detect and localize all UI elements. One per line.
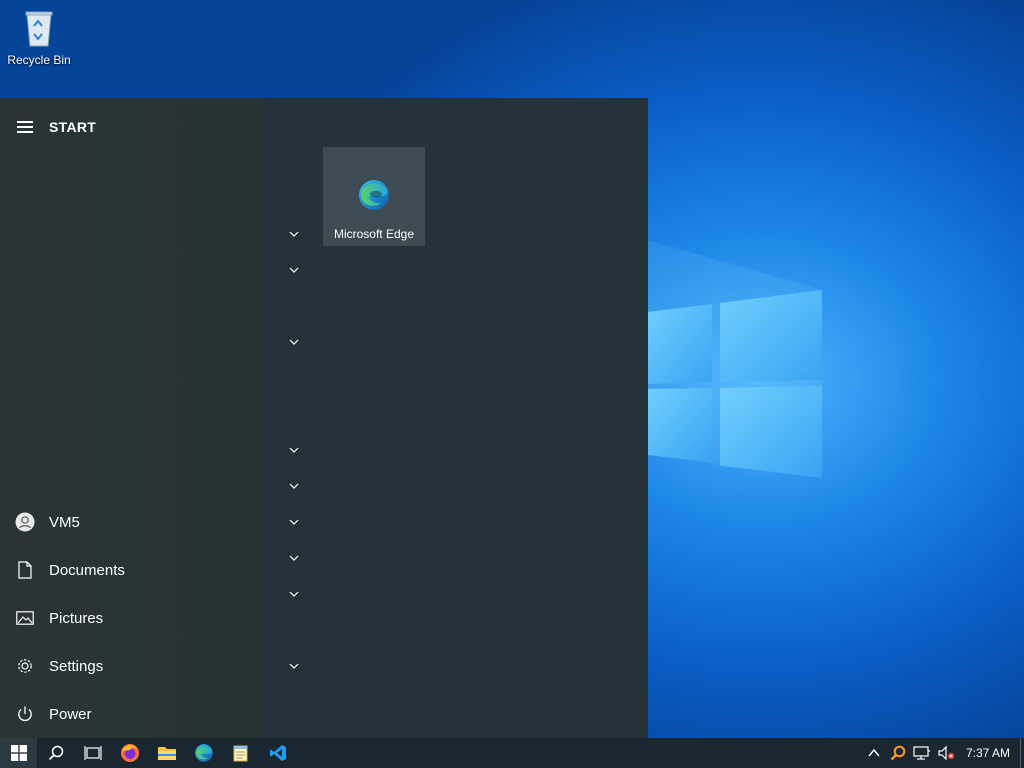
hamburger-menu-icon[interactable]: [17, 121, 33, 133]
taskbar-firefox[interactable]: [111, 738, 148, 768]
recycle-bin-label: Recycle Bin: [7, 53, 71, 67]
task-view-icon: [83, 746, 102, 760]
show-desktop-button[interactable]: [1020, 738, 1024, 768]
file-explorer-icon: [157, 747, 176, 760]
document-icon: [15, 560, 35, 580]
start-menu: START VM5 Documents Pictures Settings Po…: [0, 98, 648, 738]
firefox-icon: [120, 744, 139, 762]
search-tool-icon[interactable]: [886, 738, 910, 768]
chevron-down-icon[interactable]: [286, 334, 302, 350]
start-header: START: [0, 112, 262, 142]
chevron-down-icon[interactable]: [286, 514, 302, 530]
sidebar-item-label: Power: [49, 705, 92, 723]
start-menu-sidebar: START VM5 Documents Pictures Settings Po…: [0, 98, 262, 738]
vscode-icon: [269, 745, 286, 761]
taskbar: 7:37 AM: [0, 738, 1024, 768]
clock[interactable]: 7:37 AM: [966, 746, 1010, 760]
chevron-down-icon[interactable]: [286, 586, 302, 602]
desktop-icon-recycle-bin[interactable]: Recycle Bin: [4, 6, 74, 67]
volume-muted-icon[interactable]: [934, 738, 958, 768]
sidebar-item-documents[interactable]: Documents: [0, 550, 262, 590]
task-view-button[interactable]: [74, 738, 111, 768]
chevron-down-icon[interactable]: [286, 658, 302, 674]
sidebar-item-label: VM5: [49, 513, 80, 531]
sidebar-item-label: Settings: [49, 657, 104, 675]
system-tray: 7:37 AM: [862, 738, 1024, 768]
edge-icon: [194, 744, 213, 762]
sidebar-item-power[interactable]: Power: [0, 694, 262, 734]
sidebar-item-user[interactable]: VM5: [0, 502, 262, 542]
taskbar-search-button[interactable]: [37, 738, 74, 768]
chevron-down-icon[interactable]: [286, 550, 302, 566]
chevron-down-icon[interactable]: [286, 478, 302, 494]
windows-start-icon: [10, 745, 27, 761]
recycle-bin-icon: [25, 11, 53, 47]
windows-start-button[interactable]: [0, 738, 37, 768]
user-avatar-icon: [15, 512, 35, 532]
taskbar-notepad[interactable]: [222, 738, 259, 768]
sidebar-item-settings[interactable]: Settings: [0, 646, 262, 686]
pictures-icon: [15, 608, 35, 628]
taskbar-vscode[interactable]: [259, 738, 296, 768]
tile-label: Microsoft Edge: [333, 227, 415, 241]
start-title: START: [49, 119, 97, 135]
chevron-down-icon[interactable]: [286, 442, 302, 458]
chevron-down-icon[interactable]: [286, 226, 302, 242]
power-icon: [15, 704, 35, 724]
sidebar-item-label: Pictures: [49, 609, 104, 627]
taskbar-file-explorer[interactable]: [148, 738, 185, 768]
edge-icon: [359, 180, 389, 210]
taskbar-edge[interactable]: [185, 738, 222, 768]
sidebar-item-pictures[interactable]: Pictures: [0, 598, 262, 638]
search-icon: [48, 745, 63, 761]
notepad-icon: [233, 745, 247, 762]
sidebar-item-label: Documents: [49, 561, 125, 579]
gear-icon: [15, 656, 35, 676]
tile-microsoft-edge[interactable]: Microsoft Edge: [323, 147, 425, 246]
chevron-down-icon[interactable]: [286, 262, 302, 278]
network-icon[interactable]: [910, 738, 934, 768]
chevron-up-icon[interactable]: [862, 738, 886, 768]
